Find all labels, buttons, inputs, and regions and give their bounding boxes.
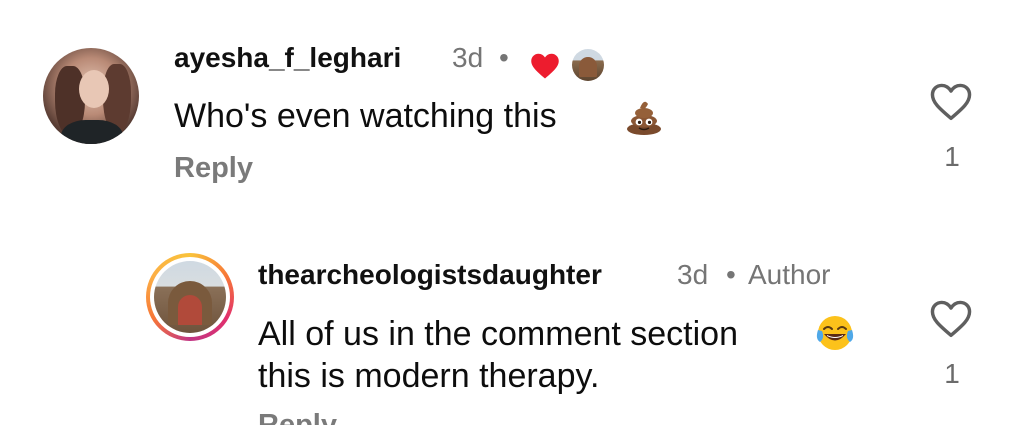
avatar xyxy=(154,261,226,333)
avatar[interactable] xyxy=(43,48,139,144)
comment-text: Who's even watching this xyxy=(174,97,557,135)
reply-button[interactable]: Reply xyxy=(174,152,253,185)
reply-text-line-1: All of us in the comment section xyxy=(258,315,739,353)
creator-avatar-mini xyxy=(572,49,604,81)
avatar-story-ring[interactable] xyxy=(146,253,234,341)
reply-label: Reply xyxy=(258,409,337,425)
author-badge: Author xyxy=(748,259,831,290)
comment-username[interactable]: ayesha_f_leghari xyxy=(174,42,401,74)
like-count: 1 xyxy=(944,141,960,172)
reply-button[interactable]: Reply xyxy=(258,408,337,425)
reply-timestamp: 3d xyxy=(677,259,709,290)
reply-text-line-2: this is modern therapy. xyxy=(258,357,600,395)
meta-separator: • xyxy=(499,42,509,73)
meta-separator: • xyxy=(726,259,736,290)
like-heart-icon[interactable] xyxy=(929,82,973,122)
like-count: 1 xyxy=(944,358,960,389)
tears-of-joy-emoji-icon xyxy=(816,316,854,350)
like-heart-icon[interactable] xyxy=(929,299,973,339)
comments-thread: ayesha_f_leghari 3d • Who's even watchin… xyxy=(0,0,1024,425)
poop-emoji-icon xyxy=(627,101,661,135)
reply-username[interactable]: thearcheologistsdaughter xyxy=(258,259,602,291)
creator-liked-heart-icon xyxy=(531,53,559,79)
comment-timestamp: 3d xyxy=(452,42,484,73)
